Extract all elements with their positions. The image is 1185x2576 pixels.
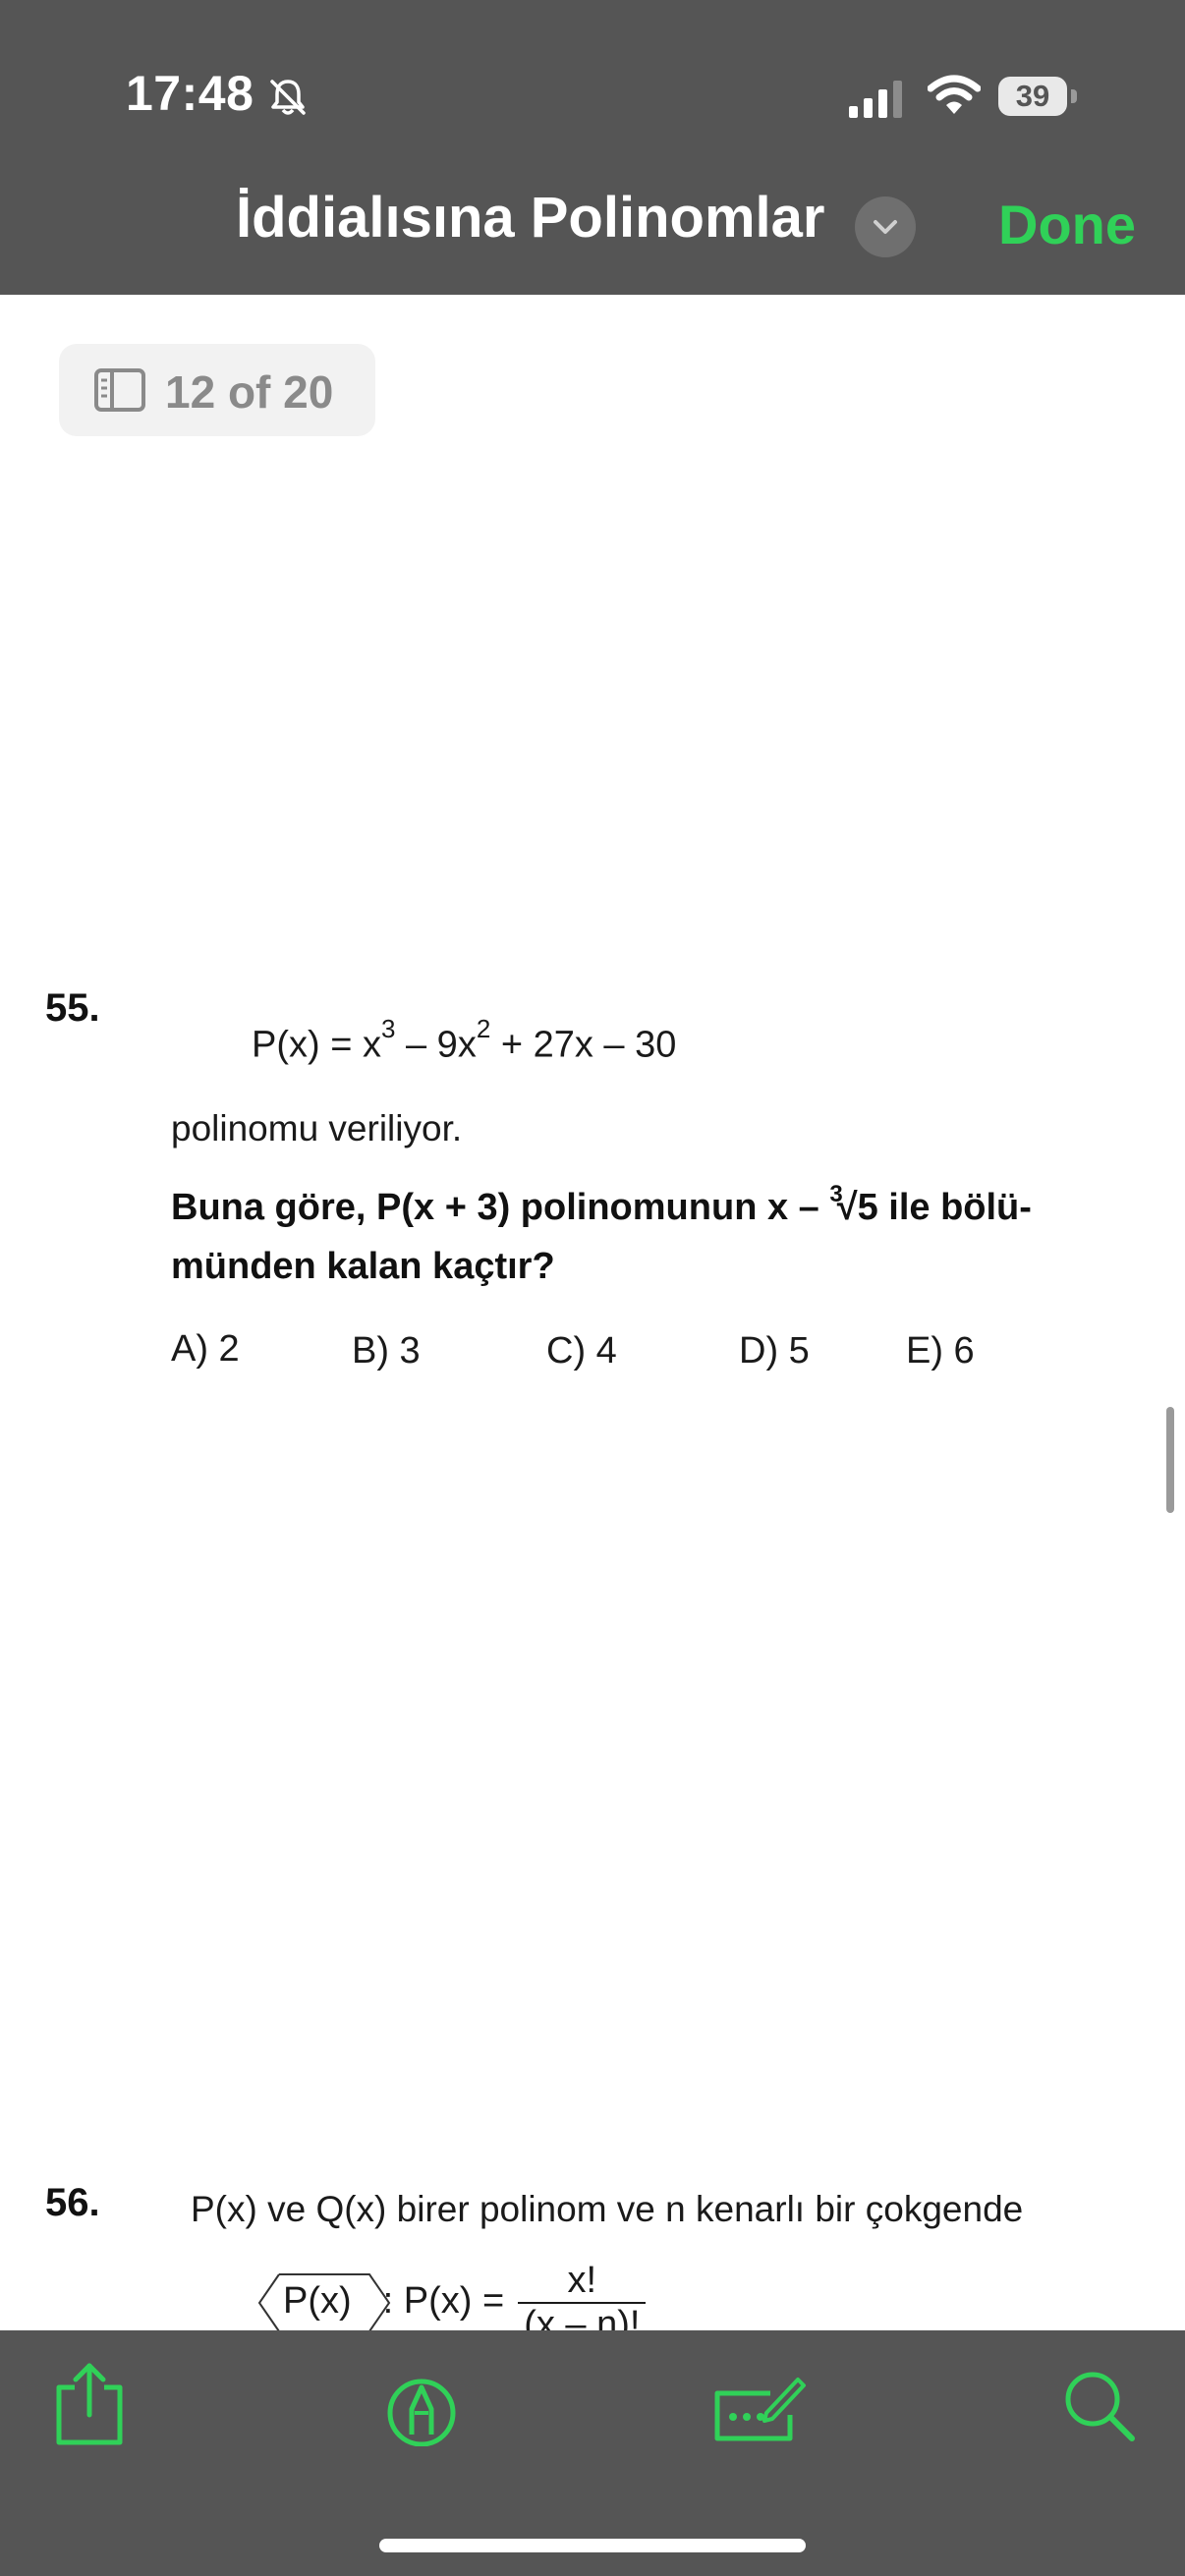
question-formula: P(x) = x3 – 9x2 + 27x – 30 <box>252 1014 677 1067</box>
bell-slash-icon <box>270 80 306 115</box>
radicand: 5 <box>857 1187 878 1228</box>
formula-part: + 27x – 30 <box>490 1024 677 1066</box>
pdf-viewer-screen: 17:48 39 İddialısına Polinomlar Done 12 … <box>0 0 1185 2576</box>
markup-icon[interactable] <box>377 2358 466 2446</box>
scroll-indicator[interactable] <box>1166 1407 1174 1513</box>
wifi-icon <box>928 75 981 114</box>
title-menu-button[interactable] <box>855 196 916 257</box>
root-index: 3 <box>829 1181 843 1207</box>
home-indicator[interactable] <box>379 2539 806 2552</box>
formula-exponent: 3 <box>380 1014 396 1043</box>
formula-part: – 9x <box>395 1024 477 1066</box>
search-icon[interactable] <box>1057 2358 1146 2446</box>
polygon-shape <box>257 2273 391 2333</box>
fraction-numerator: x! <box>518 2260 647 2304</box>
prompt-text: Buna göre, P(x + 3) polinomunun x – <box>171 1187 830 1228</box>
answer-choice-d: D) 5 <box>739 1330 810 1372</box>
cellular-signal-icon <box>849 81 902 118</box>
chevron-down-icon <box>874 220 897 234</box>
top-bar: 17:48 39 İddialısına Polinomlar Done <box>0 0 1185 295</box>
question-number: 55. <box>45 986 100 1030</box>
share-icon[interactable] <box>45 2358 134 2446</box>
answer-choice-a: A) 2 <box>171 1328 240 1370</box>
battery-level: 39 <box>1015 79 1050 113</box>
battery-icon: 39 <box>998 77 1077 116</box>
formula-part: P(x) = x <box>252 1024 381 1066</box>
form-fill-icon[interactable] <box>709 2358 808 2446</box>
question-text: P(x) ve Q(x) birer polinom ve n kenarlı … <box>191 2189 1024 2229</box>
question-number: 56. <box>45 2181 100 2224</box>
answer-choice-b: B) 3 <box>352 1330 421 1372</box>
answer-choice-c: C) 4 <box>546 1330 617 1372</box>
status-time: 17:48 <box>126 66 254 121</box>
definition-lhs: : P(x) = <box>382 2280 505 2323</box>
page-indicator-label: 12 of 20 <box>165 366 334 418</box>
prompt-text: ile bölü- <box>877 1187 1032 1228</box>
page-indicator[interactable]: 12 of 20 <box>59 344 375 436</box>
question-given-text: polinomu veriliyor. <box>171 1108 463 1148</box>
question-prompt-line1: Buna göre, P(x + 3) polinomunun x – 3√5 … <box>171 1181 1032 1229</box>
question-prompt-line2: münden kalan kaçtır? <box>171 1246 555 1287</box>
document-title[interactable]: İddialısına Polinomlar <box>236 185 824 251</box>
polygon-box: P(x) <box>257 2273 391 2333</box>
formula-exponent: 2 <box>476 1014 491 1043</box>
answer-choice-e: E) 6 <box>906 1330 975 1372</box>
sidebar-icon <box>94 368 145 412</box>
done-button[interactable]: Done <box>998 193 1136 256</box>
